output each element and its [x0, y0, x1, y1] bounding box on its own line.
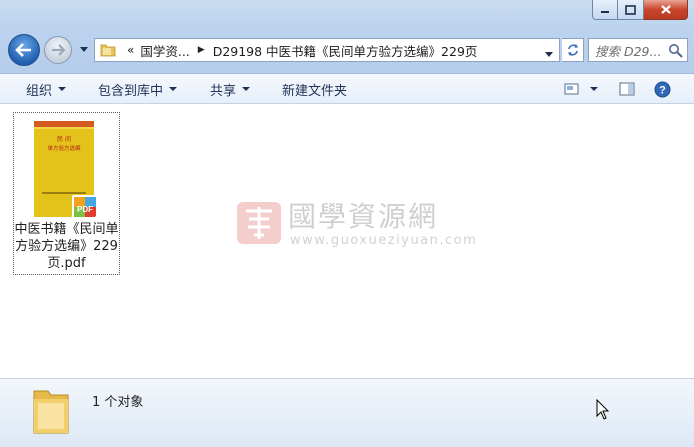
watermark-url: www.guoxueziyuan.com: [290, 233, 478, 248]
minimize-button[interactable]: [592, 0, 618, 20]
share-label: 共享: [210, 83, 237, 99]
include-in-library-label: 包含到库中: [98, 83, 164, 99]
forward-button[interactable]: [44, 36, 72, 64]
new-folder-label: 新建文件夹: [282, 83, 348, 99]
command-bar: 组织 包含到库中 共享 新建文件夹 ?: [0, 74, 694, 104]
watermark-seal-icon: [237, 202, 281, 244]
breadcrumb-root[interactable]: 国学资...: [140, 41, 189, 60]
preview-pane-button[interactable]: [619, 74, 635, 104]
svg-text:PDF: PDF: [77, 205, 93, 214]
help-button[interactable]: ?: [654, 74, 671, 104]
view-icon: [564, 83, 579, 95]
svg-text:单方验方选编: 单方验方选编: [47, 144, 81, 152]
view-options-button[interactable]: [564, 74, 598, 104]
watermark: 國學資源網 www.guoxueziyuan.com: [232, 193, 476, 253]
maximize-button[interactable]: [618, 0, 644, 20]
folder-large-icon: [33, 390, 69, 434]
chevron-down-icon: [242, 87, 251, 91]
svg-text:民 间: 民 间: [57, 135, 71, 143]
file-name-line-2: 方验方选编》229: [15, 239, 118, 254]
mouse-cursor-icon: [596, 399, 610, 420]
address-dropdown[interactable]: [545, 46, 553, 60]
breadcrumb-current[interactable]: D29198 中医书籍《民间单方验方选编》229页: [213, 41, 478, 60]
preview-pane-icon: [619, 82, 635, 96]
chevron-down-icon: [590, 87, 598, 91]
address-overflow[interactable]: «: [127, 43, 134, 57]
organize-label: 组织: [26, 83, 53, 99]
close-button[interactable]: [644, 0, 688, 20]
search-input[interactable]: 搜索 D29...: [589, 41, 665, 60]
new-folder-button[interactable]: 新建文件夹: [282, 74, 347, 104]
navigation-bar: « 国学资... ▶ D29198 中医书籍《民间单方验方选编》229页 搜索 …: [6, 32, 688, 68]
refresh-icon: [567, 44, 578, 56]
refresh-button[interactable]: [562, 38, 584, 62]
maximize-icon: [625, 4, 636, 15]
back-button[interactable]: [8, 34, 40, 66]
svg-text:?: ?: [659, 84, 666, 96]
back-arrow-icon: [15, 43, 31, 57]
search-icon[interactable]: [668, 43, 683, 58]
address-bar[interactable]: « 国学资... ▶ D29198 中医书籍《民间单方验方选编》229页: [94, 38, 560, 62]
breadcrumb-separator-icon[interactable]: ▶: [198, 45, 205, 55]
chevron-down-icon: [80, 46, 88, 52]
folder-icon: [97, 39, 119, 61]
search-box[interactable]: 搜索 D29...: [588, 38, 688, 62]
watermark-title: 國學資源網: [288, 200, 439, 233]
forward-arrow-icon: [52, 44, 66, 56]
include-in-library-menu[interactable]: 包含到库中: [98, 74, 178, 104]
recent-pages-dropdown[interactable]: [78, 43, 90, 55]
window-chrome: « 国学资... ▶ D29198 中医书籍《民间单方验方选编》229页 搜索 …: [0, 0, 694, 74]
window-controls: [592, 0, 688, 20]
file-item-pdf[interactable]: 民 间 单方验方选编 PDF 中医书籍《民间单 方验方选编》229 页.pdf: [13, 112, 120, 275]
close-icon: [660, 5, 671, 14]
chevron-down-icon: [545, 52, 553, 57]
item-count: 1 个对象: [92, 395, 144, 410]
file-name-line-3: 页.pdf: [47, 256, 86, 271]
share-menu[interactable]: 共享: [210, 74, 251, 104]
chevron-down-icon: [169, 87, 178, 91]
chevron-down-icon: [58, 87, 67, 91]
details-pane: 1 个对象: [0, 378, 694, 447]
help-icon: ?: [654, 81, 671, 97]
minimize-icon: [601, 10, 609, 13]
organize-menu[interactable]: 组织: [26, 74, 67, 104]
pdf-thumbnail-icon: 民 间 单方验方选编 PDF: [34, 121, 98, 219]
file-name-line-1: 中医书籍《民间单: [14, 222, 119, 237]
file-list[interactable]: 民 间 单方验方选编 PDF 中医书籍《民间单 方验方选编》229 页.pdf …: [0, 105, 694, 378]
file-name[interactable]: 中医书籍《民间单 方验方选编》229 页.pdf: [14, 221, 119, 272]
